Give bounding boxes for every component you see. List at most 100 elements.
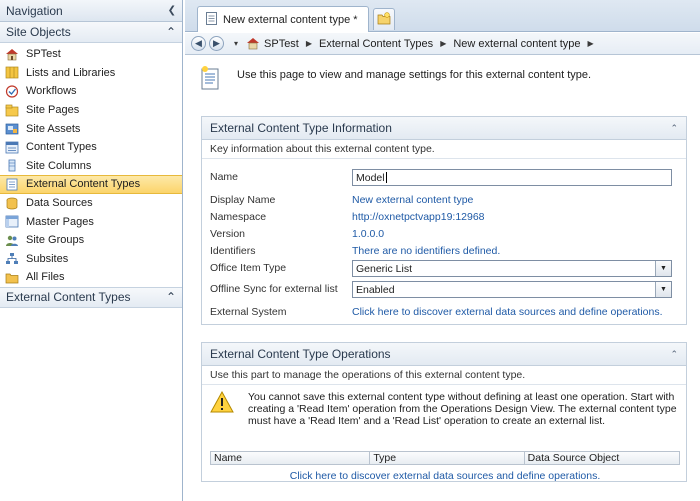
subsites-icon xyxy=(4,252,20,266)
main-content: Use this page to view and manage setting… xyxy=(185,56,700,501)
workflow-icon xyxy=(4,84,20,98)
display-name-label: Display Name xyxy=(210,194,276,206)
site-objects-list: SPTest Lists and Libraries Workflows Sit… xyxy=(0,43,182,287)
chevron-down-icon[interactable]: ▼ xyxy=(655,261,671,276)
collapse-panel-icon[interactable]: ⌃ xyxy=(670,349,678,360)
back-button[interactable]: ◀ xyxy=(191,36,206,51)
sidebar-item-all-files[interactable]: All Files xyxy=(0,268,182,287)
assets-icon xyxy=(4,122,20,136)
site-objects-label: Site Objects xyxy=(6,25,71,39)
content-types-icon xyxy=(4,140,20,154)
sidebar-item-site-pages[interactable]: Site Pages xyxy=(0,101,182,120)
version-link[interactable]: 1.0.0.0 xyxy=(352,228,384,240)
panel-title-bar: External Content Type Information ⌃ xyxy=(202,117,686,140)
name-label: Name xyxy=(210,171,239,183)
sidebar-item-site-groups[interactable]: Site Groups xyxy=(0,231,182,250)
breadcrumb-item-sptest[interactable]: SPTest xyxy=(264,38,299,50)
navigation-title: Navigation xyxy=(6,3,63,18)
navigation-pane: Navigation ❮ Site Objects ⌃ SPTest Lists… xyxy=(0,0,183,501)
sidebar-item-data-sources[interactable]: Data Sources xyxy=(0,194,182,213)
tab-title: New external content type * xyxy=(223,13,358,26)
sidebar-item-label: Workflows xyxy=(26,85,77,98)
external-content-types-section-header[interactable]: External Content Types ⌃ xyxy=(0,286,182,308)
warning-text: You cannot save this external content ty… xyxy=(248,391,677,427)
text-caret xyxy=(385,172,387,183)
offline-sync-select[interactable]: Enabled ▼ xyxy=(352,281,672,298)
groups-icon xyxy=(4,233,20,247)
sidebar-item-sptest[interactable]: SPTest xyxy=(0,45,182,64)
column-header-data-source-object[interactable]: Data Source Object xyxy=(525,452,679,464)
sidebar-item-label: Content Types xyxy=(26,141,97,154)
sidebar-item-label: Lists and Libraries xyxy=(26,66,116,79)
breadcrumb-item-external-content-types[interactable]: External Content Types xyxy=(319,38,433,50)
sidebar-item-label: Subsites xyxy=(26,252,69,265)
chevron-up-icon[interactable]: ⌃ xyxy=(166,290,176,304)
collapse-pane-icon[interactable]: ❮ xyxy=(168,5,176,16)
database-icon xyxy=(4,196,20,210)
sidebar-item-site-assets[interactable]: Site Assets xyxy=(0,119,182,138)
breadcrumb: ◀ ▶ ▾ SPTest ▶ External Content Types ▶ … xyxy=(185,33,700,55)
discover-data-sources-link[interactable]: Click here to discover external data sou… xyxy=(290,470,601,482)
site-objects-header[interactable]: Site Objects ⌃ xyxy=(0,22,182,43)
intro-text: Use this page to view and manage setting… xyxy=(237,69,592,81)
forward-button[interactable]: ▶ xyxy=(209,36,224,51)
panel-title: External Content Type Information xyxy=(210,121,392,135)
sidebar-item-label: Site Pages xyxy=(26,104,80,117)
folder-icon xyxy=(4,270,20,284)
identifiers-label: Identifiers xyxy=(210,245,256,257)
external-system-label: External System xyxy=(210,306,287,318)
name-input-value: Model xyxy=(356,171,385,184)
external-content-type-information-panel: External Content Type Information ⌃ Key … xyxy=(201,116,687,325)
sidebar-item-master-pages[interactable]: Master Pages xyxy=(0,212,182,231)
panel-description: Use this part to manage the operations o… xyxy=(202,366,686,385)
intro: Use this page to view and manage setting… xyxy=(201,66,591,93)
sidebar-item-label: Data Sources xyxy=(26,197,93,210)
offline-sync-label: Offline Sync for external list xyxy=(210,283,338,295)
collapse-panel-icon[interactable]: ⌃ xyxy=(670,123,678,134)
sidebar-item-workflows[interactable]: Workflows xyxy=(0,82,182,101)
sidebar-item-label: SPTest xyxy=(26,48,61,61)
panel-title-bar: External Content Type Operations ⌃ xyxy=(202,343,686,366)
document-icon xyxy=(206,11,217,28)
site-icon xyxy=(245,37,261,51)
column-header-name[interactable]: Name xyxy=(211,452,371,464)
warning-message: You cannot save this external content ty… xyxy=(210,390,680,427)
page-summary-icon xyxy=(201,66,219,93)
breadcrumb-separator-icon: ▶ xyxy=(305,39,313,48)
columns-icon xyxy=(4,159,20,173)
sidebar-item-lists-and-libraries[interactable]: Lists and Libraries xyxy=(0,64,182,83)
panel-title: External Content Type Operations xyxy=(210,347,391,361)
new-tab-button[interactable] xyxy=(373,8,395,30)
chevron-up-icon[interactable]: ⌃ xyxy=(166,25,176,39)
pages-icon xyxy=(4,103,20,117)
section-label: External Content Types xyxy=(6,290,131,305)
sidebar-item-label: Site Groups xyxy=(26,234,85,247)
sidebar-item-label: Site Assets xyxy=(26,122,81,135)
office-item-type-value: Generic List xyxy=(356,262,413,275)
sidebar-item-external-content-types[interactable]: External Content Types xyxy=(0,175,182,194)
sidebar-item-site-columns[interactable]: Site Columns xyxy=(0,157,182,176)
history-dropdown-icon[interactable]: ▾ xyxy=(234,39,238,48)
sidebar-item-content-types[interactable]: Content Types xyxy=(0,138,182,157)
version-label: Version xyxy=(210,228,246,240)
sidebar-item-subsites[interactable]: Subsites xyxy=(0,250,182,269)
offline-sync-value: Enabled xyxy=(356,283,395,296)
display-name-link[interactable]: New external content type xyxy=(352,194,473,206)
tab-new-external-content-type[interactable]: New external content type * xyxy=(197,6,369,32)
chevron-down-icon[interactable]: ▼ xyxy=(655,282,671,297)
sidebar-item-label: Master Pages xyxy=(26,215,94,228)
office-item-type-select[interactable]: Generic List ▼ xyxy=(352,260,672,277)
new-tab-icon xyxy=(377,11,391,28)
sidebar-item-label: All Files xyxy=(26,271,65,284)
namespace-label: Namespace xyxy=(210,211,267,223)
name-input[interactable]: Model xyxy=(352,169,672,186)
column-header-type[interactable]: Type xyxy=(370,452,525,464)
namespace-link[interactable]: http://oxnetpctvapp19:12968 xyxy=(352,211,485,223)
lists-icon xyxy=(4,66,20,80)
discover-data-sources-link[interactable]: Click here to discover external data sou… xyxy=(352,306,663,318)
office-item-type-label: Office Item Type xyxy=(210,262,287,274)
tab-bar: New external content type * xyxy=(185,0,700,32)
site-icon xyxy=(4,47,20,61)
breadcrumb-item-new-external-content-type[interactable]: New external content type xyxy=(453,38,580,50)
identifiers-link[interactable]: There are no identifiers defined. xyxy=(352,245,500,257)
